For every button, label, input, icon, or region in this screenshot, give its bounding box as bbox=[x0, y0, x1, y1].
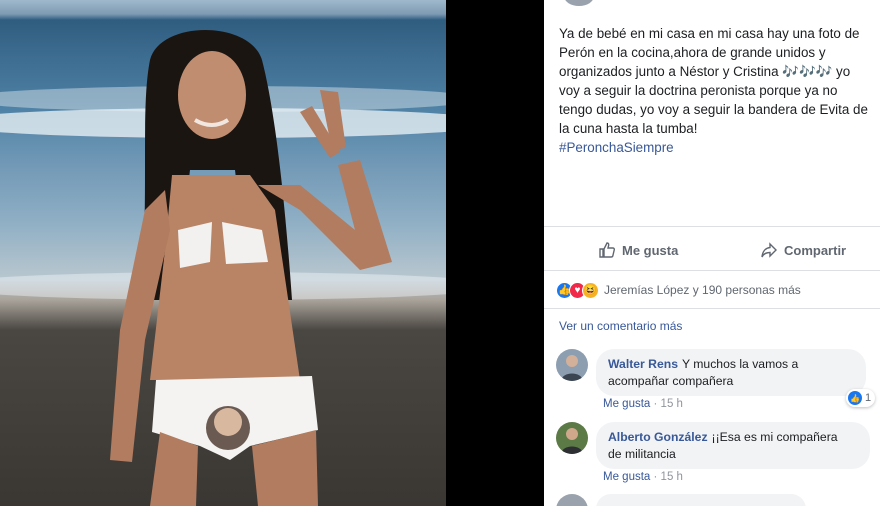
avatar[interactable] bbox=[556, 422, 588, 454]
hashtag-link[interactable]: #PeronchaSiempre bbox=[559, 138, 880, 157]
comment-text: ¡¡Esa es mi compañera bbox=[711, 430, 838, 444]
post-text-line: la cuna hasta la tumba! bbox=[559, 121, 698, 136]
post-text: Ya de bebé en mi casa en mi casa hay una… bbox=[559, 24, 880, 157]
share-arrow-icon bbox=[761, 242, 777, 258]
comment-text: de militancia bbox=[608, 446, 676, 461]
comment-bubble: Walter Rens Y muchos la vamos a acompañar… bbox=[596, 349, 866, 396]
comment-like-link[interactable]: Me gusta bbox=[603, 471, 650, 483]
avatar[interactable] bbox=[556, 494, 588, 506]
comment-bubble bbox=[596, 494, 806, 506]
poster-avatar[interactable] bbox=[564, 0, 594, 6]
post-text-line: organizados junto a Néstor y Cristina 🎶🎶… bbox=[559, 64, 851, 79]
post-text-line: Perón en la cocina,ahora de grande unido… bbox=[559, 45, 826, 60]
commenter-photo-icon bbox=[556, 422, 588, 454]
like-label: Me gusta bbox=[622, 242, 679, 258]
divider bbox=[544, 226, 880, 227]
divider bbox=[544, 308, 880, 309]
comment-author-link[interactable]: Alberto González bbox=[608, 430, 708, 444]
avatar[interactable] bbox=[556, 349, 588, 381]
comment-like-count: 1 bbox=[865, 392, 872, 404]
reactions-summary-text: Jeremías López y 190 personas más bbox=[604, 283, 801, 297]
facebook-post-panel: Ya de bebé en mi casa en mi casa hay una… bbox=[544, 0, 880, 506]
thumbs-up-icon bbox=[599, 242, 615, 258]
comment-text: acompañar compañera bbox=[608, 373, 734, 388]
post-photo[interactable] bbox=[0, 0, 446, 506]
comment bbox=[556, 494, 876, 506]
comment-author-link[interactable]: Walter Rens bbox=[608, 357, 678, 371]
comment-bubble: Alberto González ¡¡Esa es mi compañera de… bbox=[596, 422, 870, 469]
post-text-line: Ya de bebé en mi casa en mi casa hay una… bbox=[559, 26, 860, 41]
comment-meta: Me gusta · 15 h bbox=[603, 471, 683, 483]
comment-timestamp[interactable]: 15 h bbox=[661, 398, 683, 410]
comment: Alberto González ¡¡Esa es mi compañera de… bbox=[556, 422, 876, 492]
comment-text: Y muchos la vamos a bbox=[681, 357, 799, 371]
like-button[interactable]: Me gusta bbox=[598, 238, 678, 262]
comment-like-link[interactable]: Me gusta bbox=[603, 398, 650, 410]
haha-reaction-icon: 😆 bbox=[582, 281, 599, 299]
post-text-line: tengo dudas, yo voy a seguir la bandera … bbox=[559, 102, 868, 117]
comment-timestamp[interactable]: 15 h bbox=[661, 471, 683, 483]
view-more-comments-link[interactable]: Ver un comentario más bbox=[559, 319, 682, 333]
divider bbox=[544, 270, 880, 271]
black-gap bbox=[446, 0, 544, 506]
thumbs-up-icon: 👍 bbox=[848, 391, 862, 405]
meta-separator: · bbox=[653, 398, 661, 410]
commenter-photo-icon bbox=[556, 349, 588, 381]
reactions-summary[interactable]: 👍 ♥ 😆 Jeremías López y 190 personas más bbox=[556, 281, 801, 299]
comment-like-count-badge[interactable]: 👍 1 bbox=[846, 389, 876, 407]
post-text-line: voy a seguir la doctrina peronista porqu… bbox=[559, 83, 838, 98]
comment-meta: Me gusta · 15 h bbox=[603, 398, 683, 410]
person-figure bbox=[110, 30, 392, 506]
comment: Walter Rens Y muchos la vamos a acompañar… bbox=[556, 349, 876, 419]
share-button[interactable]: Compartir bbox=[760, 238, 846, 262]
share-label: Compartir bbox=[784, 242, 847, 258]
meta-separator: · bbox=[653, 471, 661, 483]
